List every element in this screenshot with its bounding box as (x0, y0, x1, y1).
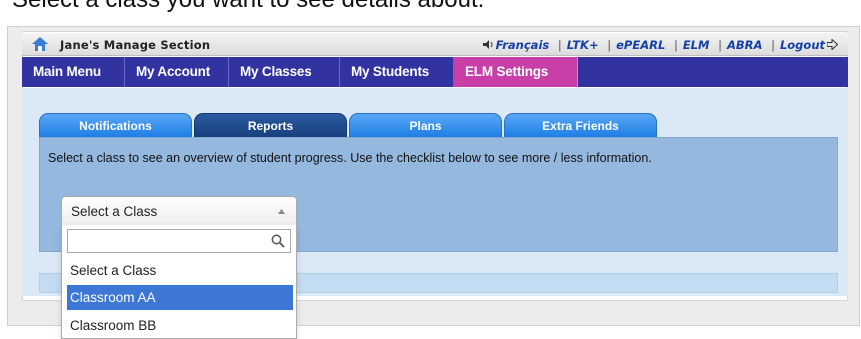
nav-elm-settings[interactable]: ELM Settings (454, 57, 578, 87)
class-option-select-a-class[interactable]: Select a Class (67, 258, 293, 283)
reports-intro-text: Select a class to see an overview of stu… (48, 151, 652, 165)
link-logout[interactable]: Logout (780, 38, 825, 52)
class-search-wrap (67, 229, 291, 253)
class-dropdown: Select a Class Classroom AA Classroom BB (61, 225, 297, 339)
class-option-classroom-aa[interactable]: Classroom AA (67, 285, 293, 310)
nav-my-students[interactable]: My Students (340, 57, 454, 87)
tab-plans[interactable]: Plans (349, 113, 502, 137)
link-abra[interactable]: ABRA (727, 38, 762, 52)
class-select[interactable]: Select a Class (61, 196, 297, 226)
screenshot-caption: Select a class you want to see details a… (12, 0, 484, 14)
tab-notifications[interactable]: Notifications (39, 113, 192, 137)
logout-arrow-icon[interactable] (827, 39, 838, 50)
main-nav: Main Menu My Account My Classes My Stude… (22, 57, 848, 87)
link-francais[interactable]: Français (496, 38, 550, 52)
class-option-classroom-bb[interactable]: Classroom BB (67, 313, 293, 338)
tab-reports[interactable]: Reports (194, 113, 347, 137)
search-icon (271, 234, 285, 248)
link-elm[interactable]: ELM (683, 38, 710, 52)
tab-extra-friends[interactable]: Extra Friends (504, 113, 657, 137)
class-search-input[interactable] (67, 229, 291, 253)
class-select-value: Select a Class (71, 204, 158, 219)
link-epearl[interactable]: ePEARL (616, 38, 665, 52)
header-links: Français | LTK+ | ePEARL | ELM | ABRA | Logou… (482, 38, 838, 52)
nav-my-classes[interactable]: My Classes (229, 57, 340, 87)
section-header-bar: Jane's Manage Section Français | LTK+ | eP… (22, 33, 848, 56)
speaker-icon (482, 40, 493, 49)
section-title: Jane's Manage Section (60, 38, 211, 52)
nav-my-account[interactable]: My Account (125, 57, 229, 87)
caret-up-icon (278, 209, 285, 214)
nav-main-menu[interactable]: Main Menu (22, 57, 125, 87)
link-ltk[interactable]: LTK+ (567, 38, 599, 52)
home-icon[interactable] (32, 37, 48, 51)
